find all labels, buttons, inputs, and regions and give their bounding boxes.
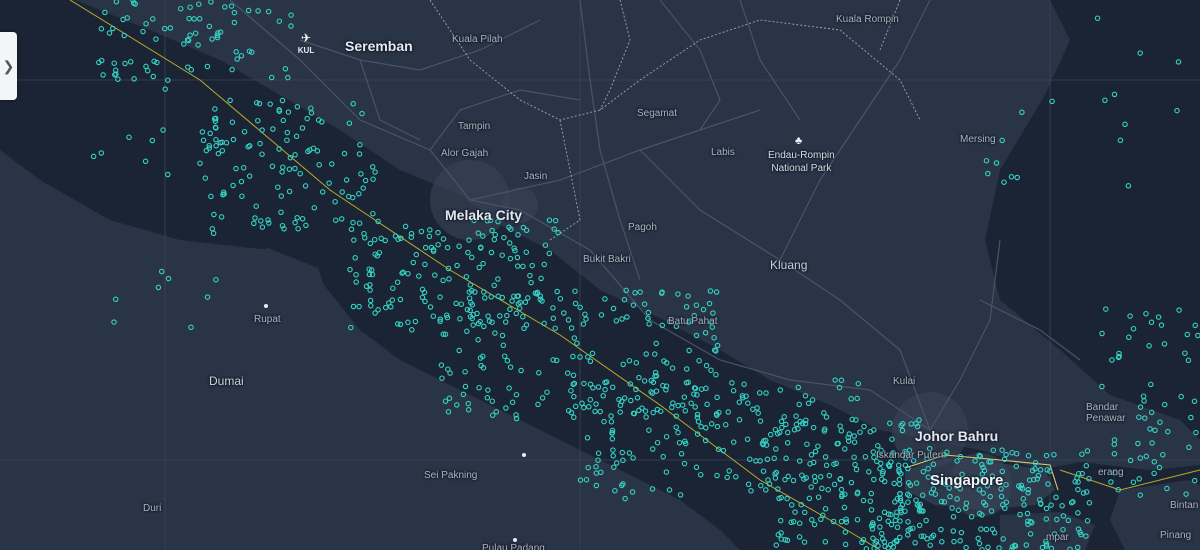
map-layer [0,0,1200,550]
chevron-right-icon: ❯ [2,57,15,74]
bintan-island [1110,480,1200,550]
town-dot [264,304,268,308]
map-canvas[interactable]: Seremban Kuala Pilah Kuala Rompin Tampin Alo… [0,0,1200,550]
airport-code: KUL [297,46,315,55]
park-icon: ♣ [795,135,803,147]
panel-toggle-button[interactable]: ❯ [0,32,17,100]
town-dot [513,538,517,542]
airport-marker[interactable]: ✈ KUL [293,32,319,55]
town-dot [522,453,526,457]
airplane-icon: ✈ [300,31,312,45]
